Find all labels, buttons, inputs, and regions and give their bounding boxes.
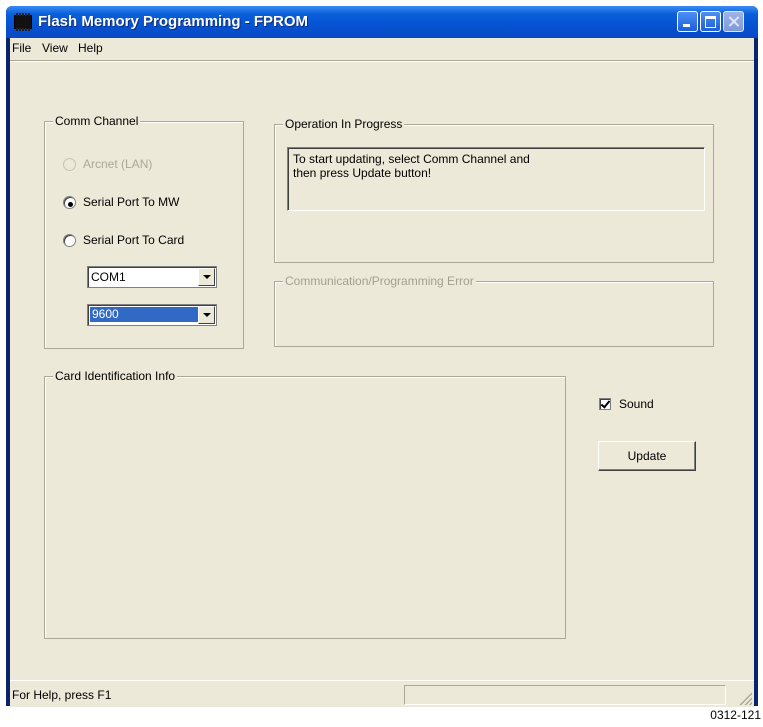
window-title: Flash Memory Programming - FPROM: [38, 13, 309, 30]
operation-message: To start updating, select Comm Channel a…: [287, 147, 705, 211]
update-button-label: Update: [627, 449, 667, 463]
sound-label: Sound: [619, 397, 654, 411]
menu-bar: File View Help: [10, 38, 754, 58]
comm-channel-group: Comm Channel Arcnet (LAN) Serial Port To…: [44, 114, 244, 349]
com-port-select[interactable]: COM1: [87, 266, 217, 288]
title-bar[interactable]: Flash Memory Programming - FPROM: [6, 6, 758, 38]
status-pane-secondary: [404, 685, 726, 705]
menu-help[interactable]: Help: [78, 41, 103, 55]
chevron-down-icon[interactable]: [198, 268, 215, 286]
baud-rate-value: 9600: [90, 307, 198, 322]
radio-arcnet-label: Arcnet (LAN): [83, 157, 153, 171]
app-window: Flash Memory Programming - FPROM File Vi…: [6, 6, 758, 707]
radio-serial-card-label: Serial Port To Card: [83, 233, 185, 247]
radio-serial-mw-label: Serial Port To MW: [83, 195, 180, 209]
chip-icon: [14, 13, 32, 31]
menu-divider-highlight: [10, 61, 754, 62]
operation-group: Operation In Progress To start updating,…: [274, 117, 714, 263]
client-area: File View Help Comm Channel Arcnet (LAN)…: [10, 38, 754, 707]
status-bar: For Help, press F1: [10, 680, 754, 707]
checkmark-icon[interactable]: [599, 398, 611, 410]
maximize-button[interactable]: [700, 11, 721, 32]
menu-view[interactable]: View: [42, 41, 68, 55]
baud-rate-select[interactable]: 9600: [87, 304, 217, 326]
error-label: Communication/Programming Error: [283, 274, 476, 288]
menu-file[interactable]: File: [12, 41, 31, 55]
radio-circle: [63, 196, 76, 209]
comm-channel-label: Comm Channel: [53, 114, 141, 128]
chevron-down-icon[interactable]: [198, 306, 215, 324]
operation-label: Operation In Progress: [283, 117, 405, 131]
resize-grip-icon[interactable]: [738, 691, 752, 705]
radio-dot: [68, 202, 73, 207]
card-info-group: Card Identification Info: [44, 369, 566, 639]
status-pane-main: For Help, press F1: [10, 685, 402, 705]
close-button[interactable]: [723, 11, 744, 32]
radio-circle: [63, 234, 76, 247]
radio-circle: [63, 158, 76, 171]
card-info-label: Card Identification Info: [53, 369, 178, 383]
figure-code: 0312-121: [710, 708, 761, 722]
minimize-button[interactable]: [677, 11, 698, 32]
update-button[interactable]: Update: [598, 441, 696, 471]
com-port-value: COM1: [91, 270, 126, 284]
status-text: For Help, press F1: [12, 688, 112, 702]
error-group: Communication/Programming Error: [274, 274, 714, 347]
